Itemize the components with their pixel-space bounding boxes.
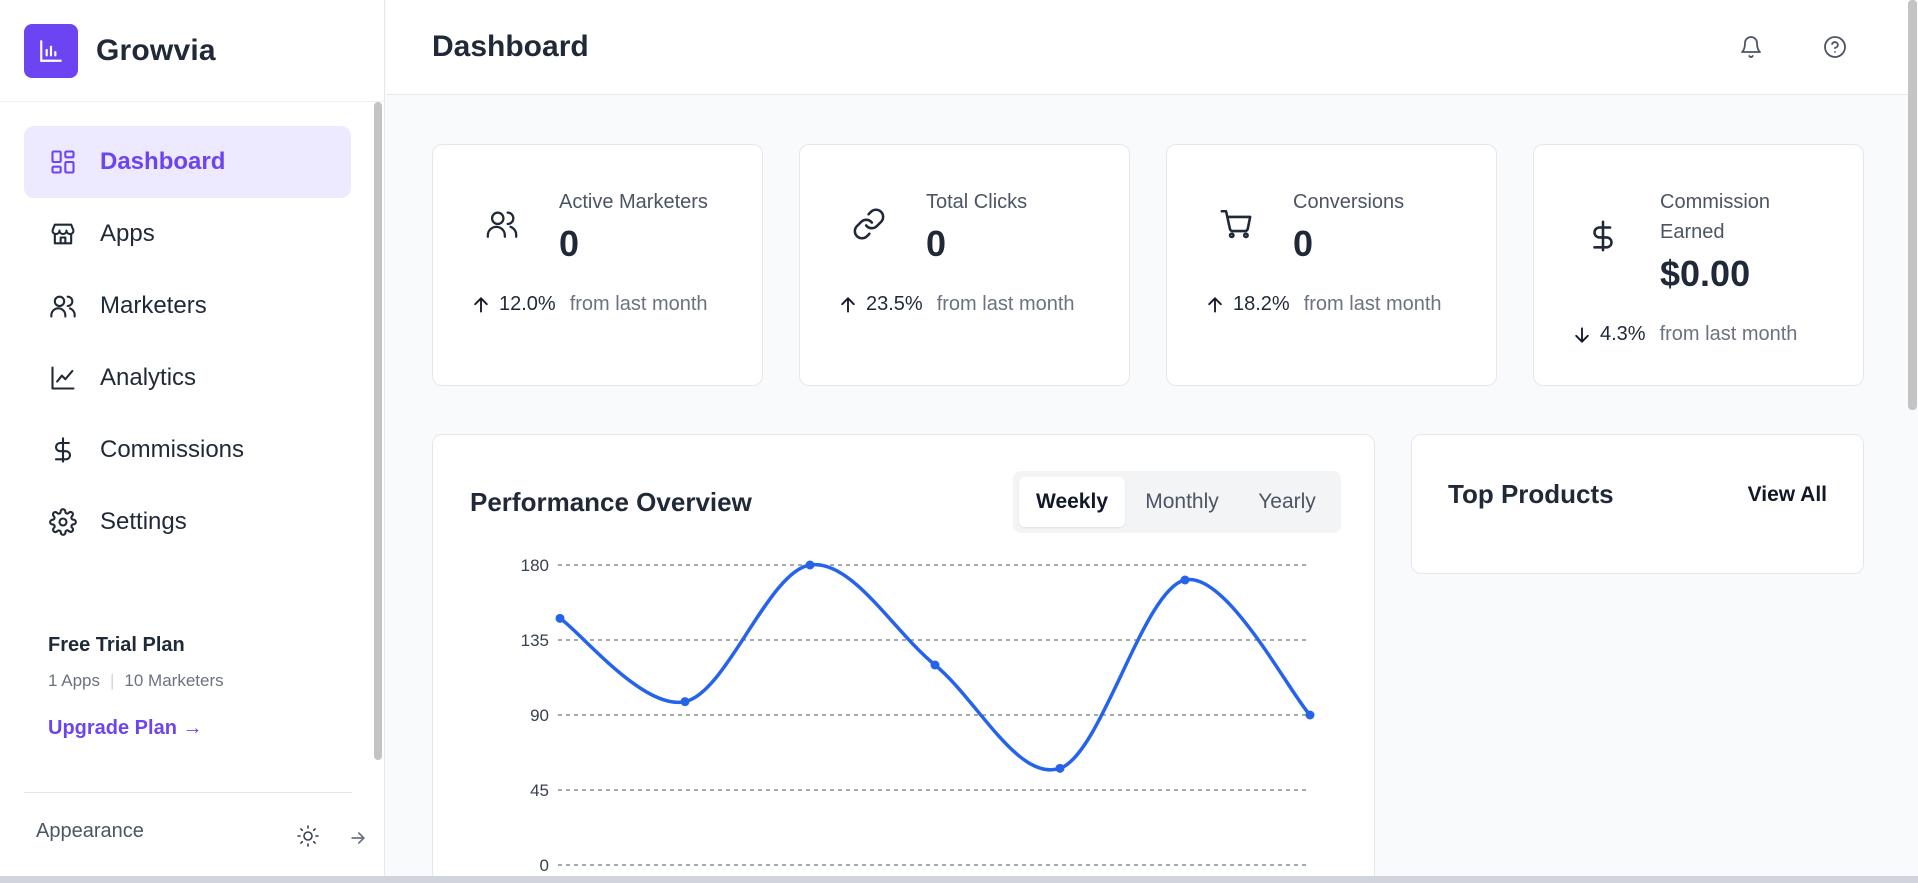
stat-value: 0 xyxy=(1293,223,1314,264)
stat-card-total-clicks: Total Clicks 0 23.5% from last month xyxy=(799,144,1130,386)
stat-label: Conversions xyxy=(1293,191,1405,213)
stat-from: from last month xyxy=(1659,323,1798,345)
plan-panel: Free Trial Plan 1 Apps | 10 Marketers Up… xyxy=(48,634,224,740)
arrow-up-icon xyxy=(474,296,488,313)
page-scrollbar[interactable] xyxy=(1908,0,1917,410)
top-products-title: Top Products xyxy=(1448,479,1614,509)
stat-card-commission-earned: Commission Earned $0.00 4.3% from last m… xyxy=(1533,144,1864,386)
stat-change: 12.0% xyxy=(499,293,556,315)
upgrade-plan-link[interactable]: Upgrade Plan → xyxy=(48,717,224,740)
sun-icon[interactable] xyxy=(296,824,320,848)
page-title: Dashboard xyxy=(432,30,589,63)
sidebar-item-apps[interactable]: Apps xyxy=(24,198,351,270)
stat-card-conversions: Conversions 0 18.2% from last month xyxy=(1166,144,1497,386)
stat-value: 0 xyxy=(926,223,947,264)
stat-label: Total Clicks xyxy=(926,191,1028,213)
sidebar-item-settings[interactable]: Settings xyxy=(24,486,351,558)
stat-change: 4.3% xyxy=(1600,323,1646,345)
top-products-card: Top Products View All xyxy=(1411,434,1864,574)
sidebar-item-label: Analytics xyxy=(100,364,197,391)
sidebar: Growvia Dashboard Apps Marketers Analyti… xyxy=(0,0,385,883)
sidebar-item-dashboard[interactable]: Dashboard xyxy=(24,126,351,198)
help-icon[interactable] xyxy=(1820,32,1850,62)
sidebar-item-analytics[interactable]: Analytics xyxy=(24,342,351,414)
stat-label: Active Marketers xyxy=(559,191,708,213)
brand[interactable]: Growvia xyxy=(0,0,384,102)
stat-trend: 23.5% from last month xyxy=(838,293,1075,316)
stat-label: Commission Earned xyxy=(1660,191,1771,243)
arrow-down-icon xyxy=(1575,326,1589,343)
divider xyxy=(24,792,352,793)
sidebar-scrollbar[interactable] xyxy=(374,102,382,760)
stat-from: from last month xyxy=(936,293,1075,315)
stat-from: from last month xyxy=(569,293,708,315)
plan-apps: 1 Apps xyxy=(48,671,100,690)
y-tick-label: 0 xyxy=(540,856,549,875)
data-point xyxy=(1055,763,1065,773)
data-point xyxy=(805,560,815,570)
chart-line-icon xyxy=(48,363,78,393)
sidebar-item-label: Dashboard xyxy=(100,148,226,175)
stat-change: 18.2% xyxy=(1233,293,1290,315)
performance-line-chart: 04590135180MonTueWedThuFriSatSun xyxy=(521,556,1326,883)
sidebar-nav: Dashboard Apps Marketers Analytics Commi… xyxy=(0,102,384,558)
y-tick-label: 45 xyxy=(530,781,549,800)
stat-trend: 12.0% from last month xyxy=(471,293,708,316)
y-tick-label: 90 xyxy=(530,706,549,725)
horizontal-scrollbar[interactable] xyxy=(0,876,1918,883)
store-icon xyxy=(48,219,78,249)
data-point xyxy=(930,660,940,670)
stat-trend: 4.3% from last month xyxy=(1572,323,1797,346)
plan-separator: | xyxy=(110,671,115,690)
arrow-up-icon xyxy=(841,296,855,313)
gear-icon xyxy=(48,507,78,537)
plan-title: Free Trial Plan xyxy=(48,634,185,656)
arrow-up-icon xyxy=(1208,296,1222,313)
y-tick-label: 135 xyxy=(521,631,549,650)
performance-card: Performance Overview Weekly Monthly Year… xyxy=(432,434,1375,883)
plan-marketers: 10 Marketers xyxy=(124,671,224,690)
link-icon xyxy=(852,207,886,241)
stat-value: $0.00 xyxy=(1660,253,1751,294)
top-header: Dashboard xyxy=(386,0,1908,95)
dollar-icon xyxy=(1586,219,1620,253)
dashboard-icon xyxy=(48,147,78,177)
view-all-link[interactable]: View All xyxy=(1748,483,1827,507)
data-point xyxy=(555,613,565,623)
data-point xyxy=(1305,710,1315,720)
sidebar-item-label: Settings xyxy=(100,508,187,535)
stat-change: 23.5% xyxy=(866,293,923,315)
y-tick-label: 180 xyxy=(521,556,549,575)
sidebar-item-label: Apps xyxy=(100,220,155,247)
stat-from: from last month xyxy=(1303,293,1442,315)
cart-icon xyxy=(1219,207,1253,241)
users-icon xyxy=(48,291,78,321)
data-point xyxy=(680,697,690,707)
appearance-label: Appearance xyxy=(36,820,144,842)
sidebar-item-marketers[interactable]: Marketers xyxy=(24,270,351,342)
stat-trend: 18.2% from last month xyxy=(1205,293,1442,316)
logo-icon xyxy=(24,23,78,78)
sidebar-item-label: Marketers xyxy=(100,292,207,319)
arrow-right-icon[interactable] xyxy=(348,828,368,848)
sidebar-item-label: Commissions xyxy=(100,436,245,463)
bell-icon[interactable] xyxy=(1736,32,1766,62)
stat-value: 0 xyxy=(559,223,580,264)
dollar-icon xyxy=(48,435,78,465)
data-point xyxy=(1180,575,1190,585)
appearance-row: Appearance xyxy=(36,820,366,847)
users-icon xyxy=(485,207,519,241)
sidebar-item-commissions[interactable]: Commissions xyxy=(24,414,351,486)
plan-meta: 1 Apps | 10 Marketers xyxy=(48,671,224,691)
app-name: Growvia xyxy=(96,33,216,67)
stat-card-active-marketers: Active Marketers 0 12.0% from last month xyxy=(432,144,763,386)
